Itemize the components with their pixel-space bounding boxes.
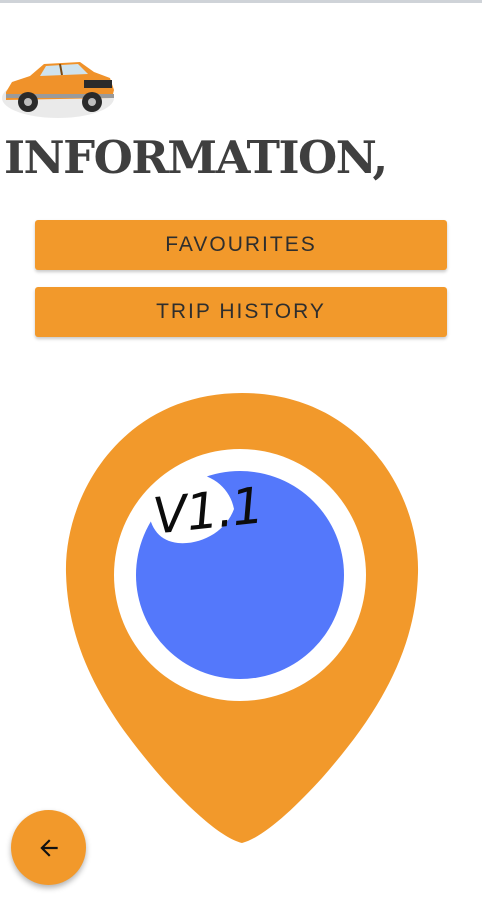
app-screen: INFORMATION, FAVOURITES TRIP HISTORY V1.…: [0, 0, 482, 900]
top-divider: [0, 0, 482, 3]
map-pin-icon: [65, 393, 419, 843]
version-label: V1.1: [150, 476, 266, 546]
vintage-car-icon: [2, 62, 114, 118]
page-title: INFORMATION,: [4, 131, 388, 184]
arrow-left-icon: [39, 838, 58, 857]
back-button[interactable]: [11, 810, 86, 885]
trip-history-button[interactable]: TRIP HISTORY: [35, 287, 447, 337]
favourites-button[interactable]: FAVOURITES: [35, 220, 447, 270]
